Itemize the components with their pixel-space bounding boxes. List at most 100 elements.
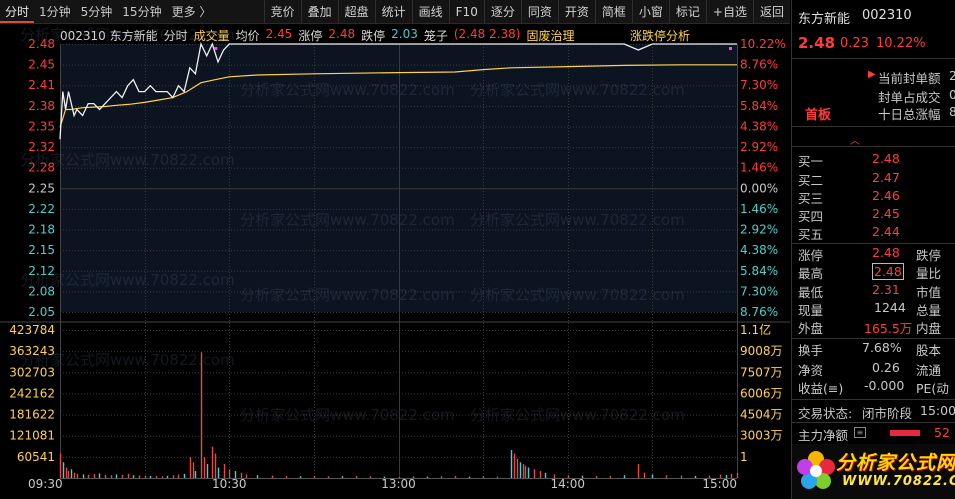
board-badge[interactable]: 首板 [805, 104, 831, 123]
chart-toolbar: 分时 1分钟 5分钟 15分钟 更多 〉 竞价 叠加 超盘 统计 画线 F10 … [0, 0, 790, 24]
bid-price: 2.47 [872, 170, 900, 185]
intraday-chart[interactable]: 2.48 2.45 2.41 2.38 2.35 2.32 2.28 2.25 2.22 2.18… [0, 24, 790, 499]
price-tick-label: 2.25 [28, 181, 55, 195]
trade-status-value: 闭市阶段 [862, 406, 913, 421]
pct-tick-label: 2.92% [740, 223, 778, 237]
stat-value: 2.48 [872, 245, 900, 260]
tab-1min[interactable]: 1分钟 [34, 0, 76, 23]
stat2-value: 7.68% [862, 340, 902, 355]
tab-15min[interactable]: 15分钟 [117, 0, 166, 23]
concept-tag[interactable]: 固废治理 [527, 27, 575, 44]
pct-tick-label: 1.46% [740, 161, 778, 175]
stat2-label: 净资 [798, 363, 824, 378]
logo-title: 分析家公式网 [836, 452, 955, 474]
volume-tick-label: 423784 [9, 323, 55, 337]
bid-price: 2.44 [872, 224, 900, 239]
limit-down-value: 2.03 [391, 27, 418, 41]
main-flow-value: 52 [934, 425, 950, 440]
open-capital-button[interactable]: 开资 [557, 0, 595, 23]
same-capital-button[interactable]: 同资 [520, 0, 558, 23]
amount-tick-label: 4504万 [740, 408, 783, 422]
ten-day-value: 8 [949, 104, 955, 119]
mark-button[interactable]: 标记 [668, 0, 706, 23]
add-watchlist-button[interactable]: +自选 [705, 0, 753, 23]
super-button[interactable]: 超盘 [337, 0, 375, 23]
pct-tick-label: 4.38% [740, 243, 778, 257]
time-tick-label: 15:00 [702, 477, 737, 491]
main-flow-label: 主力净额 [798, 428, 849, 443]
stat-label-right: 总量 [916, 303, 942, 318]
back-button[interactable]: 返回 [752, 0, 790, 23]
stat-label-right: 量比 [916, 266, 942, 281]
volume-tick-label: 121081 [9, 429, 55, 443]
overlay-button[interactable]: 叠加 [300, 0, 338, 23]
stat2-label: 收益(≡) [798, 381, 844, 396]
tab-5min[interactable]: 5分钟 [76, 0, 118, 23]
pct-tick-label: 10.22% [740, 37, 786, 51]
price-tick-label: 2.15 [28, 243, 55, 257]
price-tick-label: 2.28 [28, 161, 55, 175]
brand-logo: 分析家公式网 WWW.70822.COM [792, 444, 955, 499]
volume-tick-label: 363243 [9, 344, 55, 358]
chevron-up-icon[interactable]: ︿ [850, 132, 860, 147]
period-tabs: 分时 1分钟 5分钟 15分钟 更多 〉 [0, 0, 216, 23]
intraday-chart-svg: 2.48 2.45 2.41 2.38 2.35 2.32 2.28 2.25 2.22 2.18… [0, 37, 790, 491]
limit-up-marker [729, 47, 732, 50]
volume-label[interactable]: 成交量 [194, 27, 230, 44]
stock-code: 002310 [862, 8, 912, 23]
pct-tick-label: 5.84% [740, 99, 778, 113]
stats-button[interactable]: 统计 [374, 0, 412, 23]
pct-tick-label: 2.92% [740, 140, 778, 154]
pct-tick-label: 7.30% [740, 78, 778, 92]
bid-label: 买四 [798, 209, 824, 224]
amount-tick-label: 9008万 [740, 344, 783, 358]
seal-ratio-value: 0 [949, 87, 955, 102]
amount-tick-label: 1.1亿 [740, 322, 771, 337]
stat-value: 1244 [874, 300, 906, 315]
red-arrow-icon: ▶ [868, 69, 876, 80]
f10-button[interactable]: F10 [448, 0, 484, 23]
limit-up-marker [214, 47, 218, 50]
pct-tick-label: 0.00% [740, 181, 778, 195]
amount-tick-label: 6006万 [740, 386, 783, 400]
auction-button[interactable]: 竞价 [263, 0, 301, 23]
price-change-pct: 10.22% [876, 36, 926, 51]
seal-amount-label: 当前封单额 [878, 71, 941, 86]
limit-analysis-button[interactable]: 涨跌停分析 [630, 27, 690, 44]
pct-tick-label: 5.84% [740, 264, 778, 278]
price-tick-label: 2.08 [28, 284, 55, 298]
price-tick-label: 2.45 [28, 58, 55, 72]
stat-label: 现量 [798, 303, 824, 318]
flower-logo-icon [797, 451, 835, 489]
list-icon[interactable]: ≡ [854, 427, 866, 438]
chart-info-line: 002310 东方新能 分时 成交量 均价 2.45 涨停 2.48 跌停 2.… [60, 27, 575, 44]
volume-tick-label: 60541 [17, 450, 55, 464]
cage-label: 笼子 [423, 29, 448, 43]
draw-line-button[interactable]: 画线 [411, 0, 449, 23]
limit-up-value: 2.48 [328, 27, 356, 41]
small-window-button[interactable]: 小窗 [631, 0, 669, 23]
time-tick-label: 13:00 [381, 477, 416, 491]
pct-tick-label: 4.38% [740, 119, 778, 133]
pct-tick-label: 8.76% [740, 305, 778, 319]
volume-tick-label: 242162 [9, 386, 55, 400]
pct-tick-label: 7.30% [740, 284, 778, 298]
bid-label: 买五 [798, 227, 824, 242]
stat2-label: 换手 [798, 343, 824, 358]
tab-intraday[interactable]: 分时 [0, 0, 35, 23]
price-change: 0.23 [840, 36, 869, 51]
cage-values: (2.48 2.38) [453, 27, 521, 41]
simple-frame-button[interactable]: 简框 [594, 0, 632, 23]
stat2-value: -0.000 [864, 378, 905, 393]
avg-price-label: 均价 [235, 29, 260, 43]
stat-value: 2.31 [872, 282, 900, 297]
stat-value: 165.5万 [864, 321, 913, 336]
tab-more[interactable]: 更多 〉 [167, 0, 217, 23]
time-tick-label: 10:30 [212, 477, 247, 491]
trade-status-label: 交易状态: [798, 406, 853, 421]
stat-value: 2.48 [872, 263, 904, 280]
bid-label: 买二 [798, 173, 824, 188]
minute-by-minute-button[interactable]: 逐分 [483, 0, 521, 23]
price-tick-label: 2.22 [28, 202, 55, 216]
stock-code-name: 002310 东方新能 [60, 29, 158, 43]
